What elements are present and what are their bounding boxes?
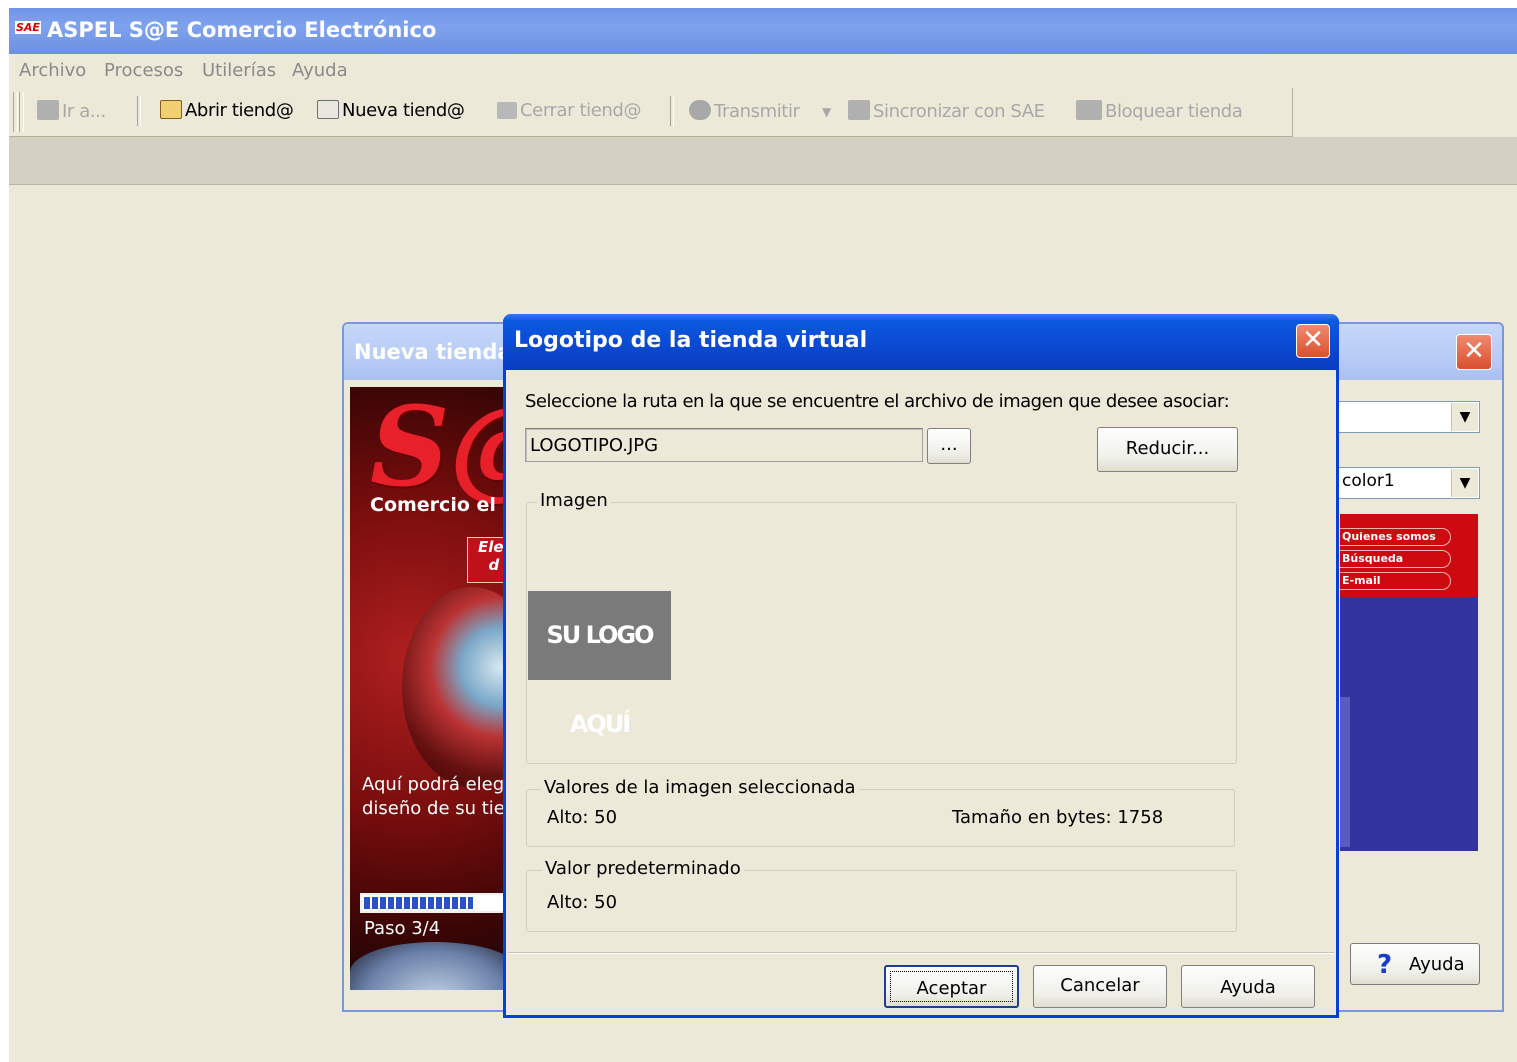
image-group-title: Imagen xyxy=(537,490,611,511)
wizard-combo-1[interactable]: ▼ xyxy=(1338,401,1480,433)
close-icon: ✕ xyxy=(1463,336,1485,366)
menu-utilerias[interactable]: Utilerías xyxy=(202,60,276,81)
menu-procesos[interactable]: Procesos xyxy=(104,60,183,81)
ir-a-button[interactable]: Ir a... xyxy=(37,100,106,122)
menu-archivo[interactable]: Archivo xyxy=(19,60,86,81)
transmit-icon xyxy=(689,100,711,120)
chevron-down-icon[interactable]: ▼ xyxy=(1451,403,1478,431)
default-height-label: Alto: 50 xyxy=(547,892,618,913)
toolbar-grip-2 xyxy=(19,92,24,132)
default-value-title: Valor predeterminado xyxy=(542,858,744,879)
help-icon: ? xyxy=(1377,950,1393,980)
reduce-button[interactable]: Reducir... xyxy=(1097,427,1238,472)
hand-icon xyxy=(37,100,59,120)
preview-link: E-mail xyxy=(1340,572,1451,590)
wizard-step-label: Paso 3/4 xyxy=(364,918,441,939)
preview-header: Quienes somos Búsqueda E-mail xyxy=(1340,514,1478,597)
sincronizar-button[interactable]: Sincronizar con SAE xyxy=(848,100,1045,122)
app-title: ASPEL S@E Comercio Electrónico xyxy=(47,18,437,42)
dialog-separator xyxy=(508,952,1334,954)
wizard-side-panel: S@ Comercio el Ele d Aquí podrá elegi di… xyxy=(350,387,505,990)
wizard-help-button[interactable]: ? Ayuda xyxy=(1350,943,1480,985)
toolbar-grip[interactable] xyxy=(13,92,18,132)
transmitir-dropdown-icon[interactable]: ▼ xyxy=(822,105,831,119)
accept-button[interactable]: Aceptar xyxy=(884,965,1019,1008)
wizard-description: Aquí podrá elegi diseño de su tier xyxy=(362,774,505,819)
default-value-group: Valor predeterminado xyxy=(526,858,1237,932)
brand-badge: Ele d xyxy=(467,537,505,583)
chevron-down-icon[interactable]: ▼ xyxy=(1451,469,1478,497)
preview-link: Quienes somos xyxy=(1340,528,1451,546)
instruction-label: Seleccione la ruta en la que se encuentr… xyxy=(525,391,1230,412)
dialog-help-button[interactable]: Ayuda xyxy=(1181,965,1315,1008)
new-store-icon xyxy=(317,100,339,119)
browse-button[interactable]: ... xyxy=(927,428,971,464)
sync-icon xyxy=(848,100,870,120)
brand-subtitle: Comercio el xyxy=(370,494,496,516)
toolbar-separator xyxy=(670,96,674,126)
preview-link: Búsqueda xyxy=(1340,550,1451,568)
transmitir-button[interactable]: Transmitir xyxy=(689,100,800,122)
open-folder-icon xyxy=(160,100,182,119)
menu-ayuda[interactable]: Ayuda xyxy=(292,60,348,81)
menu-bar: Archivo Procesos Utilerías Ayuda xyxy=(9,54,1517,88)
selected-values-title: Valores de la imagen seleccionada xyxy=(541,777,859,798)
bloquear-tienda-button[interactable]: Bloquear tienda xyxy=(1076,100,1243,122)
wizard-close-button[interactable]: ✕ xyxy=(1456,334,1492,370)
lock-store-icon xyxy=(1076,100,1102,120)
wizard-title: Nueva tienda xyxy=(354,340,512,364)
wizard-progress-bar xyxy=(360,893,505,913)
sae-logo-icon: SAE xyxy=(15,21,41,34)
cancel-button[interactable]: Cancelar xyxy=(1033,965,1167,1008)
abrir-tienda-button[interactable]: Abrir tiend@ xyxy=(160,100,294,121)
selected-height-label: Alto: 50 xyxy=(547,807,618,828)
design-preview: Quienes somos Búsqueda E-mail xyxy=(1340,514,1478,851)
toolbar-separator xyxy=(137,96,141,126)
brand-logo: S@ xyxy=(370,387,505,511)
preview-column xyxy=(1340,697,1350,847)
close-icon: ✕ xyxy=(1302,325,1324,355)
wizard-combo-color[interactable]: color1 ▼ xyxy=(1338,467,1480,499)
app-titlebar: SAE ASPEL S@E Comercio Electrónico xyxy=(9,8,1517,54)
cerrar-tienda-button[interactable]: Cerrar tiend@ xyxy=(497,100,641,121)
wizard-progress-fill xyxy=(364,897,473,909)
dialog-close-button[interactable]: ✕ xyxy=(1296,324,1330,358)
selected-size-label: Tamaño en bytes: 1758 xyxy=(952,807,1164,828)
globe-image xyxy=(402,587,505,787)
dialog-titlebar: Logotipo de la tienda virtual xyxy=(503,314,1339,370)
close-folder-icon xyxy=(497,102,517,119)
file-path-field[interactable]: LOGOTIPO.JPG xyxy=(525,428,923,462)
logo-image: SU LOGO AQUÍ xyxy=(528,591,671,738)
nueva-tienda-button[interactable]: Nueva tiend@ xyxy=(317,100,465,121)
earth-image xyxy=(350,942,505,990)
toolbar-band xyxy=(9,137,1517,185)
toolbar: Ir a... Abrir tiend@ Nueva tiend@ Cerrar… xyxy=(9,88,1293,137)
dialog-title: Logotipo de la tienda virtual xyxy=(514,328,868,353)
